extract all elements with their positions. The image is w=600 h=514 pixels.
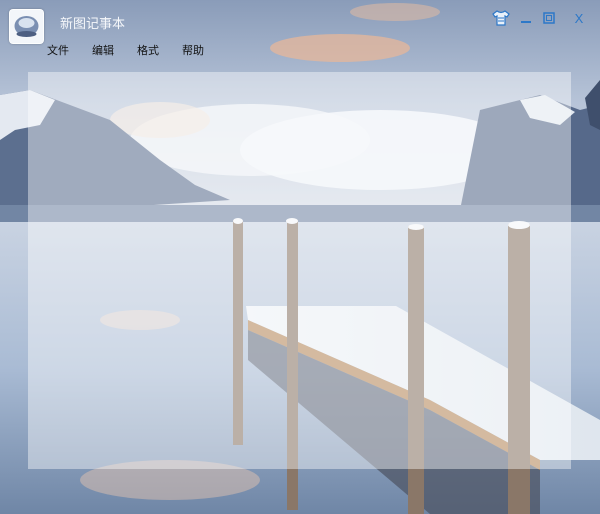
menu-file[interactable]: 文件 (37, 44, 79, 62)
notepad-window: 新图记事本 X 文件 编辑 格式 帮助 (0, 0, 600, 514)
text-editor-area[interactable] (28, 72, 571, 469)
minimize-icon (521, 21, 531, 23)
shirt-skin-icon (492, 10, 510, 26)
skin-button[interactable] (490, 8, 512, 28)
close-icon: X (574, 10, 584, 26)
app-logo-icon (9, 9, 44, 44)
title-bar[interactable]: 新图记事本 X (0, 0, 600, 44)
menu-help[interactable]: 帮助 (172, 44, 214, 62)
maximize-icon (543, 12, 555, 24)
menu-bar: 文件 编辑 格式 帮助 (37, 44, 214, 62)
menu-edit[interactable]: 编辑 (82, 44, 124, 62)
window-title: 新图记事本 (60, 17, 126, 32)
maximize-button[interactable] (540, 8, 558, 28)
close-button[interactable]: X (568, 8, 590, 28)
minimize-button[interactable] (517, 8, 535, 28)
menu-format[interactable]: 格式 (127, 44, 169, 62)
